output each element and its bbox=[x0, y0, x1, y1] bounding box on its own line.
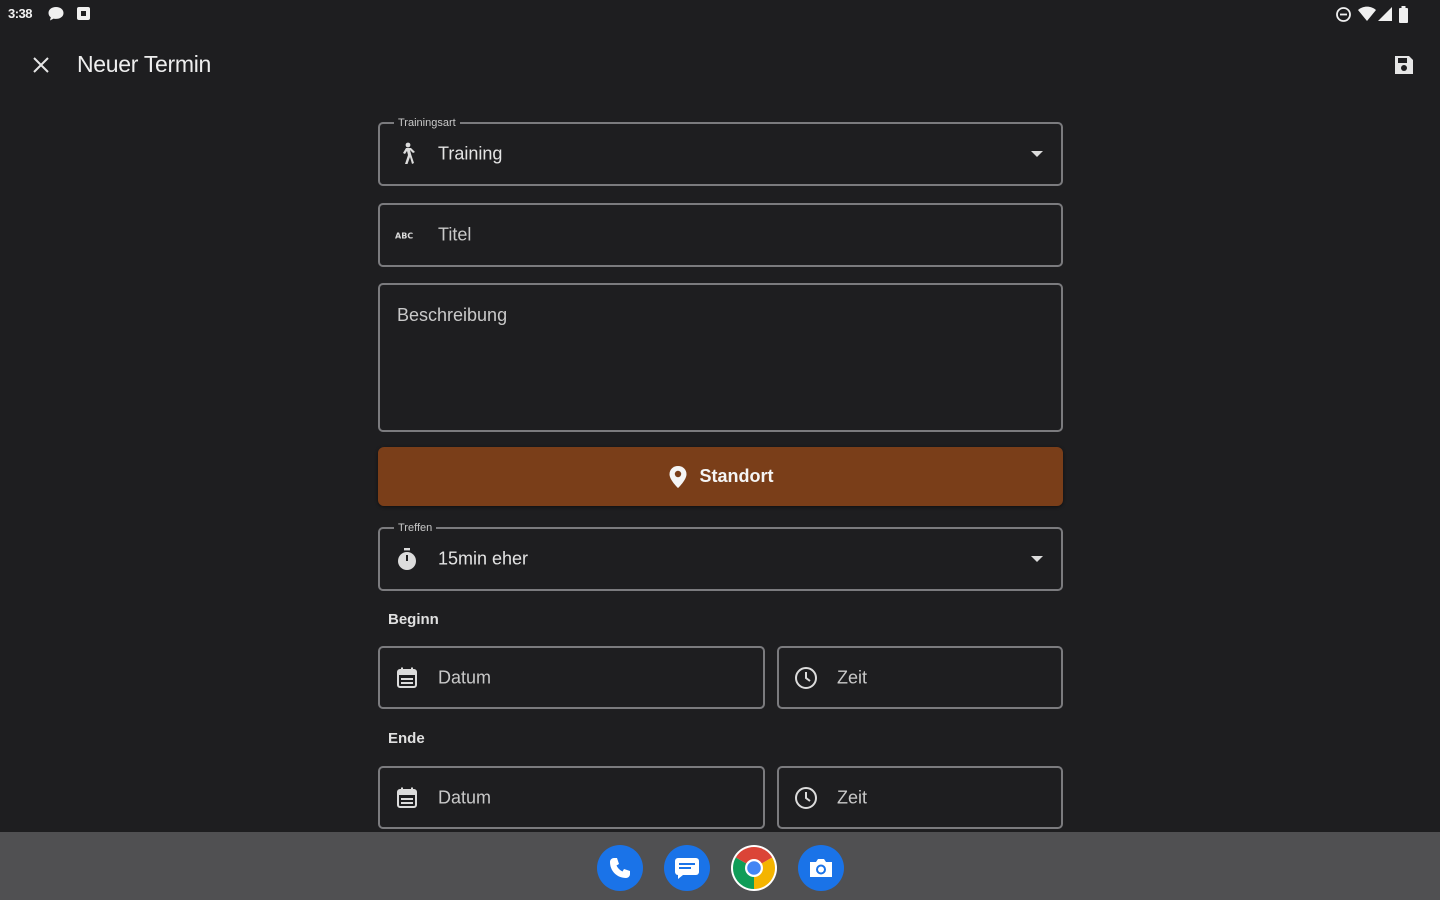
description-input[interactable]: Beschreibung bbox=[378, 283, 1063, 432]
begin-date-placeholder: Datum bbox=[438, 667, 492, 687]
signal-icon bbox=[1377, 6, 1393, 27]
wifi-icon bbox=[1357, 6, 1377, 27]
chat-notification-icon bbox=[47, 6, 65, 27]
dnd-icon bbox=[1335, 6, 1352, 28]
calendar-icon bbox=[394, 785, 420, 811]
dropdown-arrow-icon bbox=[1031, 151, 1043, 157]
svg-text:ABC: ABC bbox=[395, 232, 413, 241]
end-section-label: Ende bbox=[388, 730, 425, 747]
title-placeholder: Titel bbox=[438, 224, 472, 245]
location-pin-icon bbox=[669, 465, 686, 488]
status-bar: 3:38 bbox=[0, 0, 1440, 28]
description-placeholder: Beschreibung bbox=[397, 305, 508, 325]
chrome-app-icon[interactable] bbox=[731, 845, 777, 891]
location-button[interactable]: Standort bbox=[378, 447, 1063, 506]
camera-app-icon[interactable] bbox=[798, 845, 844, 891]
timer-icon bbox=[394, 546, 420, 572]
phone-app-icon[interactable] bbox=[597, 845, 643, 891]
begin-time-input[interactable]: Zeit bbox=[777, 646, 1063, 709]
meeting-label: Treffen bbox=[394, 521, 437, 535]
end-time-placeholder: Zeit bbox=[837, 787, 868, 807]
calendar-icon bbox=[394, 665, 420, 691]
clock-icon bbox=[793, 665, 819, 691]
walk-icon bbox=[394, 141, 420, 167]
app-bar: Neuer Termin bbox=[0, 34, 1440, 94]
messages-app-icon[interactable] bbox=[664, 845, 710, 891]
training-type-select[interactable]: Trainingsart Training bbox=[378, 116, 1063, 186]
navigation-bar bbox=[0, 832, 1440, 900]
end-date-placeholder: Datum bbox=[438, 787, 492, 807]
title-input[interactable]: ABC Titel bbox=[378, 203, 1063, 267]
close-icon bbox=[33, 57, 49, 73]
meeting-value: 15min eher bbox=[438, 548, 529, 569]
end-date-input[interactable]: Datum bbox=[378, 766, 765, 829]
status-time: 3:38 bbox=[8, 6, 33, 21]
training-type-value: Training bbox=[438, 143, 503, 164]
dropdown-arrow-icon bbox=[1031, 556, 1043, 562]
location-button-label: Standort bbox=[699, 466, 774, 486]
begin-section-label: Beginn bbox=[388, 611, 439, 628]
meeting-select[interactable]: Treffen 15min eher bbox=[378, 521, 1063, 591]
end-time-input[interactable]: Zeit bbox=[777, 766, 1063, 829]
battery-icon bbox=[1398, 6, 1409, 28]
close-button[interactable] bbox=[24, 48, 58, 82]
training-type-label: Trainingsart bbox=[394, 116, 460, 130]
app-notification-icon bbox=[76, 6, 91, 26]
save-button[interactable] bbox=[1387, 48, 1421, 82]
save-icon bbox=[1395, 56, 1413, 74]
clock-icon bbox=[793, 785, 819, 811]
begin-date-input[interactable]: Datum bbox=[378, 646, 765, 709]
begin-time-placeholder: Zeit bbox=[837, 667, 868, 687]
abc-icon: ABC bbox=[394, 222, 420, 248]
page-title: Neuer Termin bbox=[77, 51, 212, 77]
